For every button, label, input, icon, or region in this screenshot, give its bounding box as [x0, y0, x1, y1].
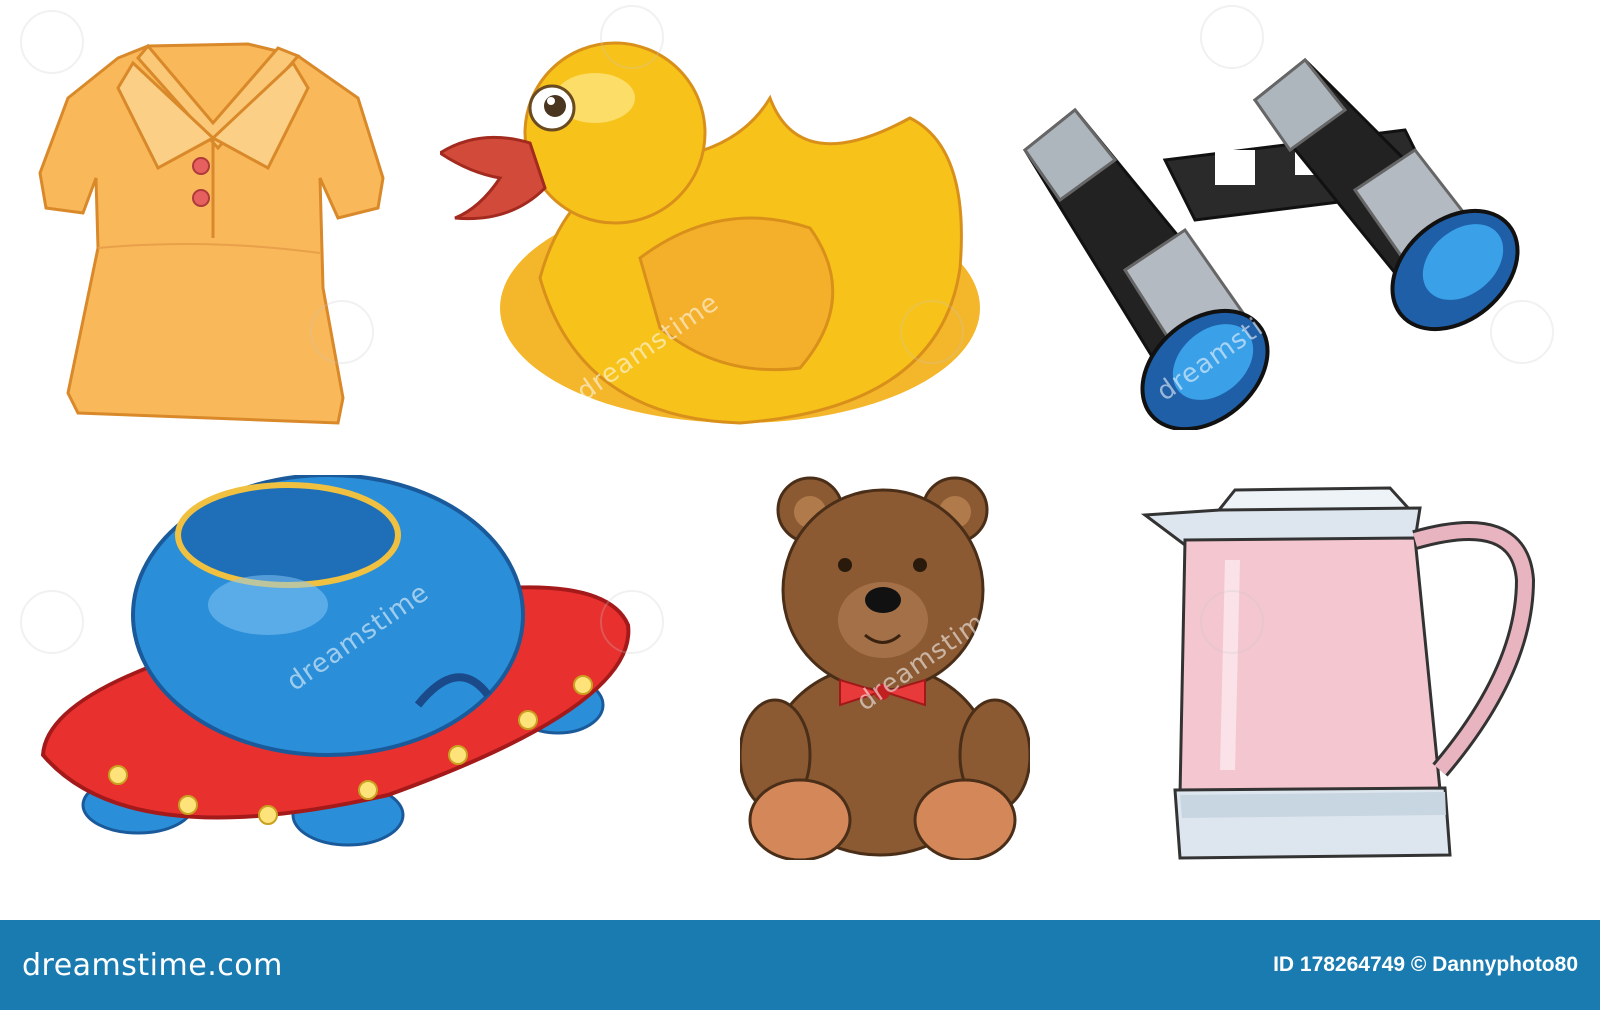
- electric-kettle-illustration: [1140, 486, 1536, 860]
- image-credit: ID 178264749 © Dannyphoto80: [1273, 953, 1578, 976]
- watermark-mark: [310, 300, 374, 364]
- dreamstime-logo[interactable]: dreamstime.com: [22, 948, 283, 983]
- watermark-mark: [1200, 590, 1264, 654]
- footer-bar: dreamstime.com ID 178264749 © Dannyphoto…: [0, 920, 1600, 1010]
- ufo-toy-illustration: [40, 475, 631, 847]
- watermark-mark: [1490, 300, 1554, 364]
- binoculars-illustration: [1022, 57, 1520, 430]
- shirt-illustration: [38, 42, 385, 425]
- teddy-bear-illustration: [740, 476, 1030, 860]
- watermark-mark: [1200, 5, 1264, 69]
- watermark-mark: [600, 590, 664, 654]
- watermark-mark: [600, 5, 664, 69]
- watermark-mark: [900, 300, 964, 364]
- image-canvas: dreamstime dreamstime dreamstime dreamst…: [0, 0, 1600, 920]
- watermark-mark: [20, 10, 84, 74]
- rubber-duck-illustration: [440, 41, 980, 425]
- watermark-mark: [20, 590, 84, 654]
